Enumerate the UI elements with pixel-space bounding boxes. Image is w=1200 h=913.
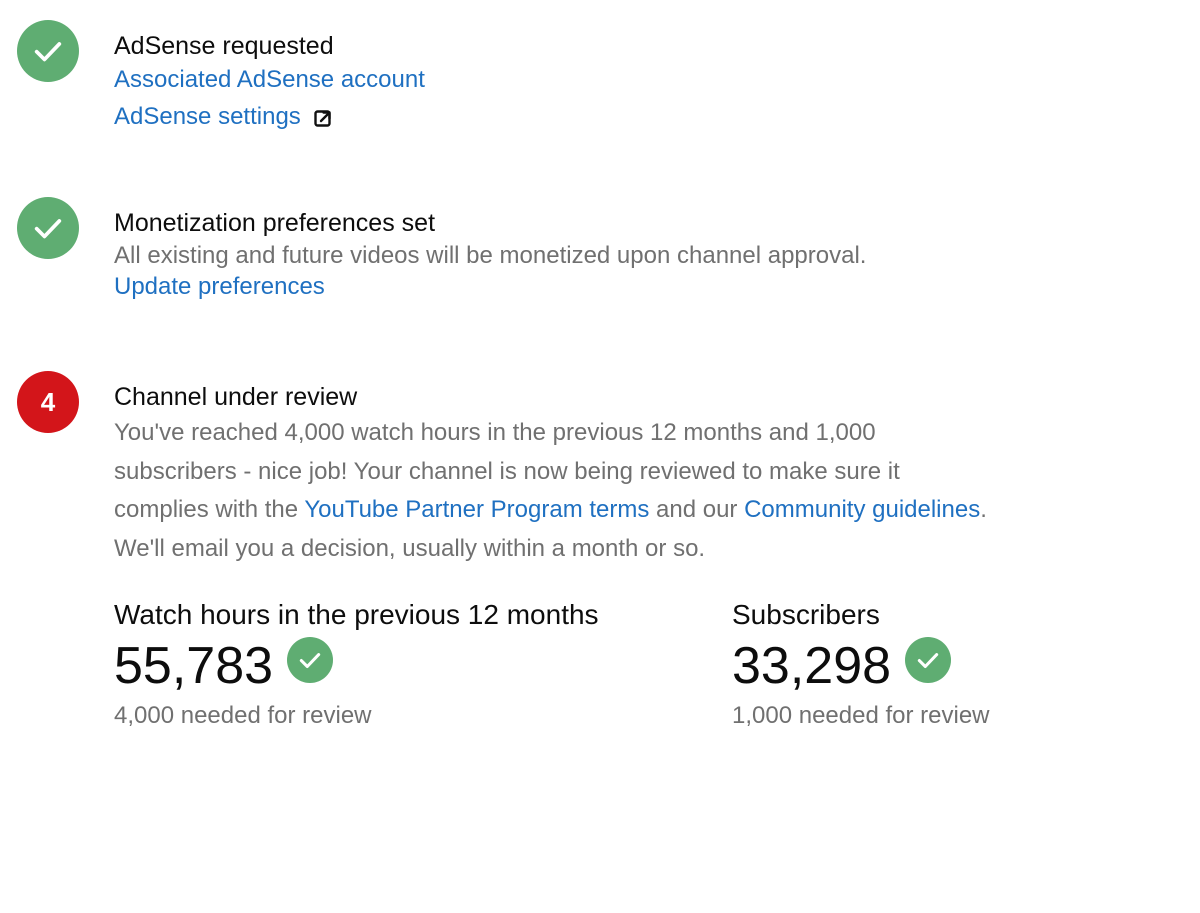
adsense-settings-link[interactable]: AdSense settings [114,103,301,130]
associated-adsense-account-link[interactable]: Associated AdSense account [114,66,425,93]
check-icon [34,42,62,62]
step-description: You've reached 4,000 watch hours in the … [114,414,987,568]
check-icon [287,637,334,683]
partner-program-terms-link[interactable]: YouTube Partner Program terms [304,496,649,523]
subscribers-stat: Subscribers 33,298 1,000 needed for revi… [732,598,990,730]
watch-hours-value: 55,783 [114,637,274,695]
stat-label: Watch hours in the previous 12 months [114,599,599,630]
step-title: Channel under review [114,383,358,411]
stat-requirement: 4,000 needed for review [114,702,372,729]
step-complete-badge [17,20,79,82]
check-icon [905,637,952,683]
external-link-icon[interactable] [313,108,333,128]
description-line: subscribers - nice job! Your channel is … [114,457,900,485]
description-line: You've reached 4,000 watch hours in the … [114,419,876,446]
description-line: We'll email you a decision, usually with… [114,534,706,562]
stat-label: Subscribers [732,599,880,630]
watch-hours-stat: Watch hours in the previous 12 months 55… [114,598,599,730]
community-guidelines-link[interactable]: Community guidelines [744,496,980,523]
step-description: All existing and future videos will be m… [114,242,867,269]
monetization-status-page: AdSense requested Associated AdSense acc… [0,0,1200,913]
description-text: complies with the [114,496,305,523]
description-line: complies with the YouTube Partner Progra… [114,491,987,530]
subscribers-value: 33,298 [732,637,892,695]
step-title: Monetization preferences set [114,209,436,237]
stat-requirement: 1,000 needed for review [732,702,990,729]
description-text: . [980,496,987,523]
step-title: AdSense requested [114,32,334,60]
step-complete-badge [17,197,79,259]
update-preferences-link[interactable]: Update preferences [114,273,325,300]
step-number: 4 [40,386,56,417]
step-number-badge: 4 [17,371,79,433]
check-icon [34,219,62,239]
description-text: and our [649,496,745,523]
adsense-settings-row: AdSense settings [114,103,425,131]
